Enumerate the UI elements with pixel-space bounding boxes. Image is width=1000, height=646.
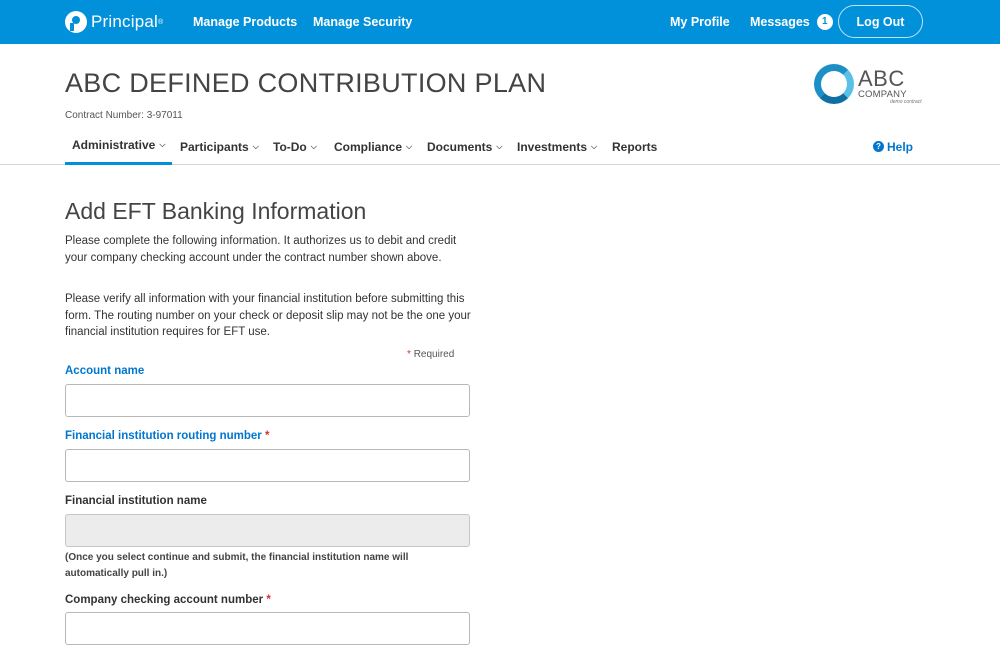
company-logo-tagline: demo contract: [890, 99, 922, 105]
subnav-label: Administrative: [72, 138, 156, 152]
subnav-investments[interactable]: Investments ⌵: [517, 128, 597, 165]
required-star: *: [407, 349, 411, 360]
subnav-label: Documents: [427, 139, 493, 154]
messages-count-badge: 1: [816, 14, 833, 30]
subnav-participants[interactable]: Participants ⌵: [180, 128, 259, 165]
nav-my-profile[interactable]: My Profile: [670, 0, 730, 44]
checking-account-label: Company checking account number *: [65, 594, 271, 606]
page-title: Add EFT Banking Information: [65, 198, 367, 224]
plan-title: ABC DEFINED CONTRIBUTION PLAN: [65, 68, 547, 98]
nav-manage-security[interactable]: Manage Security: [313, 0, 412, 44]
top-navigation-bar: Principal ® Manage Products Manage Secur…: [0, 0, 1000, 44]
subnav-label: Reports: [612, 139, 658, 154]
help-label: Help: [887, 139, 914, 154]
company-logo: ABC COMPANY demo contract: [814, 64, 924, 108]
chevron-down-icon: ⌵: [406, 141, 413, 151]
contract-number: Contract Number: 3-97011: [65, 110, 183, 121]
subnav-label: Participants: [180, 139, 249, 154]
nav-manage-products[interactable]: Manage Products: [193, 0, 297, 44]
chevron-down-icon: ⌵: [310, 141, 317, 151]
required-text: Required: [413, 349, 455, 360]
routing-number-label: Financial institution routing number *: [65, 430, 270, 442]
subnav-label: Investments: [517, 139, 588, 154]
messages-label: Messages: [750, 15, 810, 29]
chevron-down-icon: ⌵: [591, 141, 598, 151]
chevron-down-icon: ⌵: [496, 141, 503, 151]
registered-mark: ®: [158, 18, 164, 26]
intro-paragraph-1: Please complete the following informatio…: [65, 235, 457, 264]
required-star: *: [264, 430, 270, 442]
brand-name: Principal: [91, 12, 158, 31]
subnav-compliance[interactable]: Compliance ⌵: [334, 128, 412, 165]
question-icon: ?: [873, 141, 884, 152]
company-logo-icon: [814, 64, 854, 104]
routing-number-input[interactable]: [65, 449, 470, 482]
subnav-administrative[interactable]: Administrative ⌵: [65, 128, 173, 165]
subnav-to-do[interactable]: To-Do ⌵: [273, 128, 317, 165]
institution-name-input: [65, 514, 470, 547]
checking-account-input[interactable]: [65, 612, 470, 645]
secondary-nav: Administrative ⌵ Participants ⌵ To-Do ⌵ Com…: [0, 128, 1000, 165]
account-name-input[interactable]: [65, 384, 470, 417]
principal-logo-icon: [65, 11, 87, 33]
chevron-down-icon: ⌵: [252, 141, 259, 151]
subnav-label: Compliance: [334, 139, 403, 154]
help-link[interactable]: ? Help: [873, 128, 913, 165]
subnav-documents[interactable]: Documents ⌵: [427, 128, 502, 165]
required-note: * Required: [407, 349, 454, 360]
subnav-label: To-Do: [273, 139, 307, 154]
required-star: *: [266, 594, 271, 606]
account-name-label: Account name: [65, 365, 145, 377]
logout-button[interactable]: Log Out: [838, 5, 923, 38]
principal-logo[interactable]: Principal ®: [65, 8, 163, 36]
intro-paragraph-2: Please verify all information with your …: [65, 293, 471, 338]
institution-name-help: (Once you select continue and submit, th…: [65, 552, 409, 579]
nav-messages[interactable]: Messages 1: [750, 0, 833, 44]
chevron-down-icon: ⌵: [159, 140, 166, 149]
subnav-reports[interactable]: Reports: [612, 128, 657, 165]
institution-name-label: Financial institution name: [65, 495, 207, 507]
